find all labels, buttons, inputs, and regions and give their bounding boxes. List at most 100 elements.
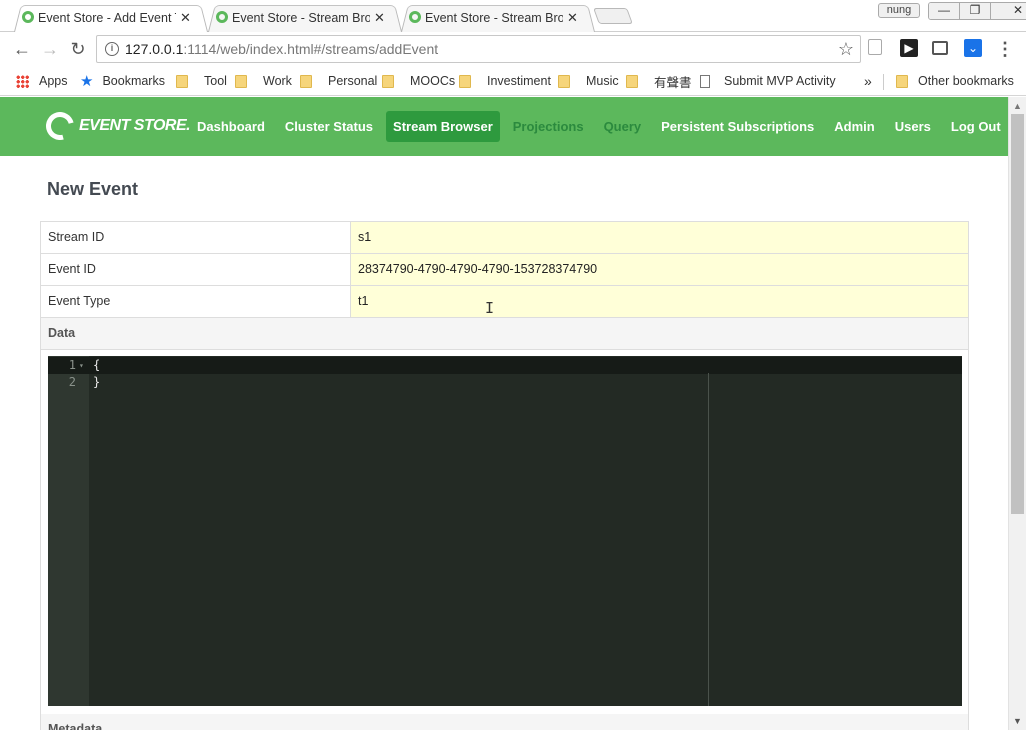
bookmark-label: Other bookmarks	[918, 74, 1014, 88]
nav-log-out[interactable]: Log Out	[944, 111, 1008, 142]
tab-title: Event Store - Add Event T	[38, 10, 176, 25]
nav-dashboard[interactable]: Dashboard	[190, 111, 272, 142]
fold-arrow-icon[interactable]: ▾	[79, 357, 84, 374]
metadata-section-label: Metadata	[41, 714, 968, 730]
bookmark-audiobooks[interactable]: 有聲書	[626, 71, 692, 91]
scroll-down-arrow-icon[interactable]: ▼	[1013, 716, 1022, 726]
bookmark-submit-mvp[interactable]: Submit MVP Activity	[700, 71, 836, 91]
nav-stream-browser[interactable]: Stream Browser	[386, 111, 500, 142]
nav-query[interactable]: Query	[597, 111, 649, 142]
profile-button[interactable]: nung	[878, 3, 920, 18]
app-header: EVENT STORE. Dashboard Cluster Status St…	[0, 97, 1008, 156]
info-icon[interactable]: i	[105, 42, 119, 56]
back-arrow-icon[interactable]: ←	[11, 38, 33, 60]
minimize-button[interactable]: —	[929, 3, 960, 19]
code-text: {	[93, 358, 101, 372]
tab-add-event[interactable]: Event Store - Add Event T ✕	[14, 3, 208, 33]
data-section-label: Data	[41, 318, 968, 350]
trello-extension-icon[interactable]	[932, 41, 948, 55]
event-type-label: Event Type	[41, 286, 351, 317]
stream-id-input[interactable]: s1	[351, 222, 968, 253]
data-code-editor[interactable]: 1 ▾ { 2 }	[48, 356, 962, 706]
bookmark-work[interactable]: Work	[235, 71, 292, 91]
bookmark-other[interactable]: Other bookmarks	[896, 71, 1014, 91]
folder-icon	[626, 74, 638, 88]
scroll-up-arrow-icon[interactable]: ▲	[1013, 101, 1022, 111]
bookmark-label: Investiment	[487, 74, 551, 88]
folder-icon	[382, 74, 394, 88]
nav-persistent-subscriptions[interactable]: Persistent Subscriptions	[654, 111, 821, 142]
folder-icon	[300, 74, 312, 88]
nav-cluster-status[interactable]: Cluster Status	[278, 111, 380, 142]
form-row-event-id: Event ID 28374790-4790-4790-4790-1537283…	[41, 254, 968, 286]
tab-title: Event Store - Stream Brow	[232, 10, 370, 25]
bookmark-label: MOOCs	[410, 74, 456, 88]
stream-id-label: Stream ID	[41, 222, 351, 253]
bookmark-investiment[interactable]: Investiment	[459, 71, 551, 91]
new-event-form: Stream ID s1 Event ID 28374790-4790-4790…	[40, 221, 969, 730]
forward-arrow-icon[interactable]: →	[39, 38, 61, 60]
folder-icon	[176, 74, 188, 88]
nav-projections[interactable]: Projections	[506, 111, 591, 142]
apps-grid-icon	[16, 74, 29, 88]
nav-admin[interactable]: Admin	[827, 111, 881, 142]
bookmark-label: Tool	[204, 74, 227, 88]
eventstore-favicon-icon	[409, 11, 421, 23]
page-title: New Event	[47, 179, 139, 199]
event-type-input[interactable]: t1	[351, 286, 968, 317]
code-text: }	[93, 375, 101, 389]
bookmark-bookmarks[interactable]: ★ Bookmarks	[80, 71, 165, 91]
folder-icon	[235, 74, 247, 88]
bookmarks-separator	[883, 74, 884, 90]
star-icon: ★	[80, 73, 94, 90]
folder-icon	[558, 74, 570, 88]
close-icon[interactable]: ✕	[180, 10, 191, 26]
bookmarks-bar: Apps ★ Bookmarks Tool Work Personal MOOC…	[0, 66, 1026, 96]
bookmark-label: Submit MVP Activity	[724, 74, 836, 88]
bookmark-label: Apps	[39, 74, 68, 88]
restore-button[interactable]: ❐	[960, 3, 991, 19]
bookmark-tool[interactable]: Tool	[176, 71, 227, 91]
tab-stream-browser-1[interactable]: Event Store - Stream Brow ✕	[208, 3, 402, 33]
form-row-event-type: Event Type t1	[41, 286, 968, 318]
window-controls: — ❐ ✕	[928, 2, 1026, 20]
editor-print-margin	[708, 373, 709, 706]
line-number: 2	[68, 375, 76, 389]
bookmark-label: Bookmarks	[102, 74, 165, 88]
pocket-extension-icon[interactable]: ⌄	[964, 39, 982, 57]
page-icon	[700, 74, 710, 88]
page-scrollbar[interactable]: ▲ ▼	[1008, 97, 1026, 730]
url-path: :1114/web/index.html#/streams/addEvent	[183, 41, 439, 57]
event-id-label: Event ID	[41, 254, 351, 285]
eventstore-logo[interactable]: EVENT STORE.	[40, 106, 191, 146]
bookmark-personal[interactable]: Personal	[300, 71, 377, 91]
bookmarks-overflow-button[interactable]: »	[864, 71, 872, 91]
browser-toolbar: ← → ↻ i 127.0.0.1 :1114/web/index.html#/…	[0, 32, 1026, 66]
eventstore-logo-icon	[40, 106, 80, 146]
editor-gutter	[48, 356, 89, 706]
close-icon[interactable]: ✕	[374, 10, 385, 26]
bookmark-label: Personal	[328, 74, 378, 88]
eventstore-favicon-icon	[216, 11, 228, 23]
nav-users[interactable]: Users	[888, 111, 938, 142]
bookmark-star-icon[interactable]: ☆	[838, 39, 854, 60]
bookmark-moocs[interactable]: MOOCs	[382, 71, 455, 91]
scrollbar-thumb[interactable]	[1011, 114, 1024, 514]
editor-line: 1 ▾ {	[48, 357, 962, 374]
event-id-input[interactable]: 28374790-4790-4790-4790-153728374790	[351, 254, 968, 285]
play-extension-icon[interactable]: ▶	[900, 39, 918, 57]
bookmark-music[interactable]: Music	[558, 71, 619, 91]
new-tab-button[interactable]	[593, 8, 633, 24]
close-window-button[interactable]: ✕	[991, 3, 1026, 19]
close-icon[interactable]: ✕	[567, 10, 578, 26]
copy-extension-icon[interactable]	[868, 39, 882, 55]
menu-dots-icon[interactable]: ⋮	[996, 38, 1014, 60]
reload-icon[interactable]: ↻	[67, 38, 89, 60]
text-cursor-icon: I	[485, 299, 495, 317]
address-bar[interactable]: i 127.0.0.1 :1114/web/index.html#/stream…	[96, 35, 861, 63]
tab-stream-browser-2[interactable]: Event Store - Stream Brow ✕	[401, 3, 595, 33]
bookmark-apps[interactable]: Apps	[16, 71, 68, 91]
page-viewport: EVENT STORE. Dashboard Cluster Status St…	[0, 97, 1008, 730]
line-number: 1	[68, 358, 76, 372]
editor-line: 2 }	[48, 374, 962, 391]
